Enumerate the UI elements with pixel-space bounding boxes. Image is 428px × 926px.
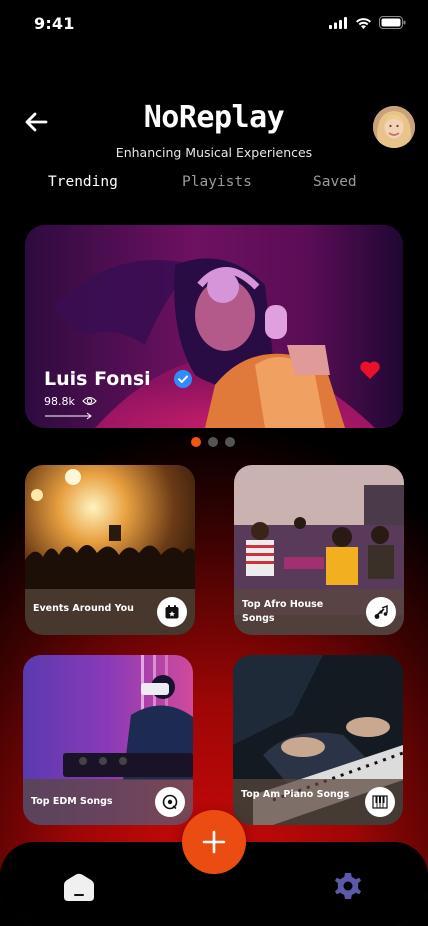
user-avatar[interactable] xyxy=(373,106,415,148)
music-notes-icon xyxy=(374,604,388,619)
carousel-dot[interactable] xyxy=(191,437,201,447)
piano-icon xyxy=(372,795,388,809)
events-card[interactable]: Events Around You xyxy=(25,465,195,635)
app-title: NoReplay xyxy=(143,100,285,135)
vinyl-icon xyxy=(162,794,178,810)
calendar-icon xyxy=(165,605,179,619)
afro-house-card[interactable]: Top Afro House Songs xyxy=(234,465,404,635)
carousel-indicator xyxy=(191,437,235,447)
status-time: 9:41 xyxy=(34,14,75,33)
piano-card[interactable]: Top Am Piano Songs xyxy=(233,655,403,825)
tab-trending[interactable]: Trending xyxy=(48,174,118,190)
carousel-dot[interactable] xyxy=(208,437,218,447)
avatar-image xyxy=(373,106,415,148)
card-label: Top Am Piano Songs xyxy=(241,789,350,800)
eye-icon xyxy=(82,396,97,406)
vinyl-button[interactable] xyxy=(155,787,185,817)
card-label: Events Around You xyxy=(33,603,134,614)
tab-bar: Trending Playists Saved xyxy=(0,174,428,194)
status-icons xyxy=(329,16,406,29)
status-bar: 9:41 xyxy=(0,0,428,48)
edm-card[interactable]: Top EDM Songs xyxy=(23,655,193,825)
tab-playlists[interactable]: Playists xyxy=(182,174,252,190)
app-tagline: Enhancing Musical Experiences xyxy=(115,145,313,160)
card-label: Top Afro House Songs xyxy=(242,599,324,624)
card-label: Top EDM Songs xyxy=(31,796,113,807)
signal-icon xyxy=(329,16,347,29)
plus-icon xyxy=(202,830,226,854)
view-count: 98.8k xyxy=(44,395,75,408)
carousel-dot[interactable] xyxy=(225,437,235,447)
verified-badge-icon xyxy=(174,370,192,388)
heart-icon[interactable] xyxy=(359,360,381,380)
home-icon[interactable] xyxy=(62,873,96,901)
music-button[interactable] xyxy=(366,597,396,627)
artist-name: Luis Fonsi xyxy=(44,368,151,390)
piano-button[interactable] xyxy=(365,787,395,817)
featured-artist-card[interactable]: Luis Fonsi 98.8k xyxy=(25,225,403,428)
swipe-arrow-icon xyxy=(45,412,92,420)
gear-icon[interactable] xyxy=(333,871,363,901)
calendar-button[interactable] xyxy=(157,597,187,627)
app-screen: 9:41 NoReplay Enhancing Musical Experien… xyxy=(0,0,428,926)
add-button[interactable] xyxy=(182,810,246,874)
wifi-icon xyxy=(356,17,371,29)
battery-icon xyxy=(379,16,406,29)
tab-saved[interactable]: Saved xyxy=(313,174,357,190)
